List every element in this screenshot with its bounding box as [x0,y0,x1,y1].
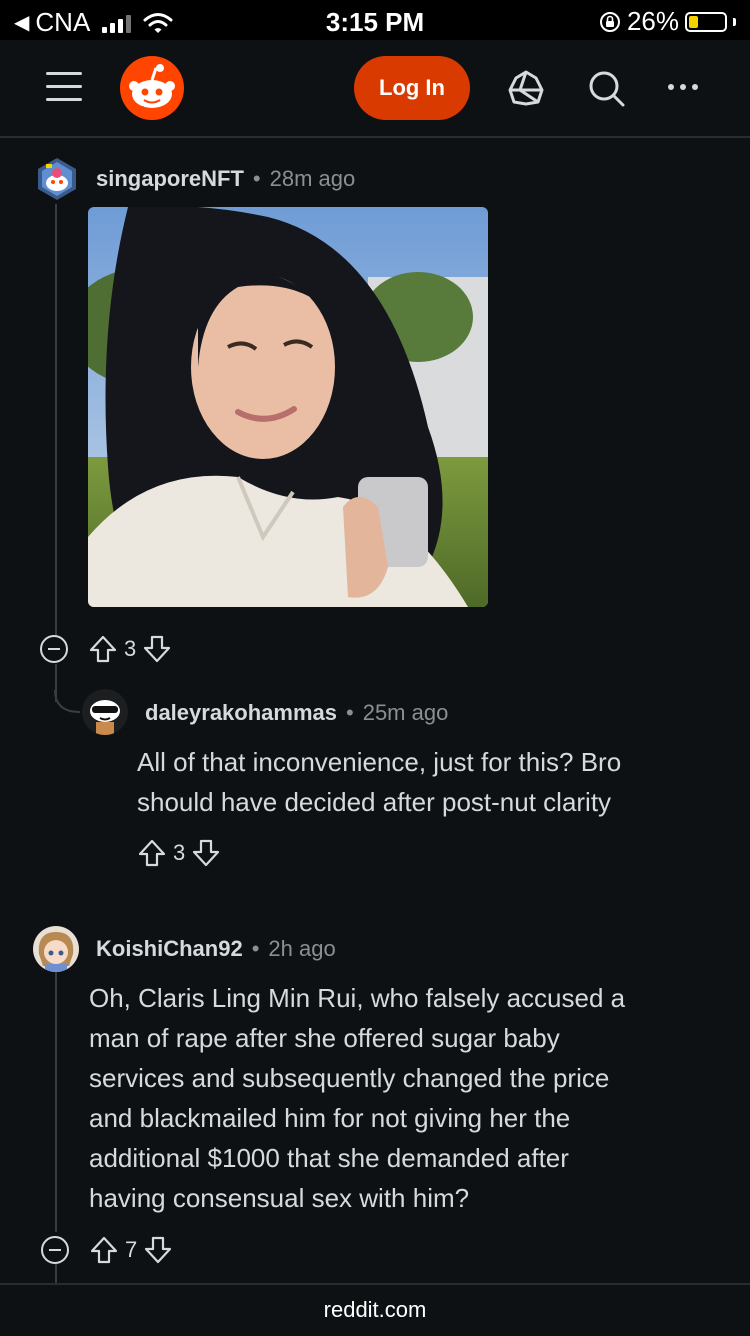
anime-avatar-icon [33,926,79,972]
login-button[interactable]: Log In [354,56,470,120]
comment-author[interactable]: daleyrakohammas [145,700,337,726]
avatar[interactable] [82,689,128,735]
meta-separator: • [252,166,261,191]
comment-meta: daleyrakohammas • 25m ago [145,700,448,726]
comment-meta: KoishiChan92 • 2h ago [96,936,336,962]
meta-separator: • [346,700,354,725]
selfie-photo [88,207,488,607]
menu-icon[interactable] [46,72,82,102]
comment-body: All of that inconvenience, just for this… [137,742,621,822]
comment-author[interactable]: singaporeNFT [96,166,244,192]
snoo-icon [129,64,175,116]
more-icon[interactable] [668,84,698,90]
comment-time: 25m ago [362,700,449,725]
comment-image[interactable] [88,207,488,607]
battery-tip [733,17,736,26]
comment-line: having consensual sex with him? [89,1183,470,1213]
collapse-thread-button[interactable] [41,1236,69,1264]
downvote-icon[interactable] [191,838,221,868]
upvote-icon[interactable] [89,1235,119,1265]
comment-line: services and subsequently changed the pr… [89,1063,610,1093]
comment-time: 28m ago [269,166,356,191]
nft-avatar-icon [38,158,76,200]
thread-line [55,972,57,1232]
battery-percent: 26% [626,6,679,36]
upvote-icon[interactable] [137,838,167,868]
comment-time: 2h ago [268,936,336,961]
vote-bar: 7 [89,1235,173,1265]
avatar[interactable] [34,156,80,202]
vote-score: 3 [173,840,186,865]
status-bar: ◀ CNA 3:15 PM 26% [0,0,750,40]
comment-line: additional $1000 that she demanded after [89,1143,569,1173]
comment-line: and blackmailed him for not giving her t… [89,1103,571,1133]
avatar[interactable] [33,926,79,972]
collapse-thread-button[interactable] [40,635,68,663]
meta-separator: • [251,936,260,961]
snoo-avatar-icon [82,689,128,735]
comment-author[interactable]: KoishiChan92 [96,936,243,962]
popular-icon[interactable] [506,68,546,108]
reddit-logo[interactable] [120,56,184,120]
comment-body: Oh, Claris Ling Min Rui, who falsely acc… [89,978,625,1218]
battery-fill [689,15,698,28]
app-header: Log In [0,40,750,138]
url-text[interactable]: reddit.com [324,1297,427,1322]
status-right: 26% [599,6,736,37]
thread-line [55,1264,57,1284]
url-bar[interactable]: reddit.com [0,1283,750,1336]
thread-line [55,204,57,636]
downvote-icon[interactable] [142,634,172,664]
vote-bar: 3 [137,838,221,868]
comment-line: should have decided after post-nut clari… [137,787,612,817]
rotation-lock-icon [599,11,620,32]
upvote-icon[interactable] [88,634,118,664]
comment-line: Oh, Claris Ling Min Rui, who falsely acc… [89,983,626,1013]
vote-score: 3 [124,636,137,661]
comment-line: man of rape after she offered sugar baby [89,1023,560,1053]
comment-line: All of that inconvenience, just for this… [137,747,622,777]
downvote-icon[interactable] [143,1235,173,1265]
vote-bar: 3 [88,634,172,664]
comment-meta: singaporeNFT • 28m ago [96,166,355,192]
vote-score: 7 [125,1237,138,1262]
search-icon[interactable] [586,68,626,108]
battery-icon [685,11,727,32]
